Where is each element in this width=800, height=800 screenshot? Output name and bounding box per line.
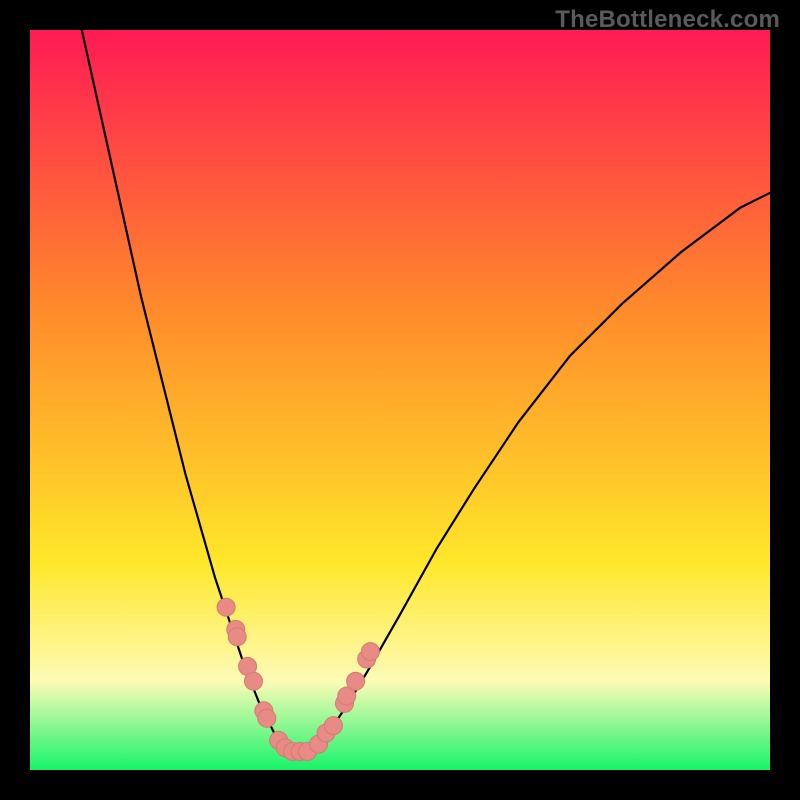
gradient-background [30,30,770,770]
chart-svg [30,30,770,770]
curve-dot [361,643,379,661]
curve-dot [244,672,262,690]
curve-dot [258,709,276,727]
curve-dot [347,672,365,690]
chart-plot [30,30,770,770]
curve-dot [228,628,246,646]
outer-frame: TheBottleneck.com [0,0,800,800]
curve-dot [324,717,342,735]
curve-dot [217,598,235,616]
